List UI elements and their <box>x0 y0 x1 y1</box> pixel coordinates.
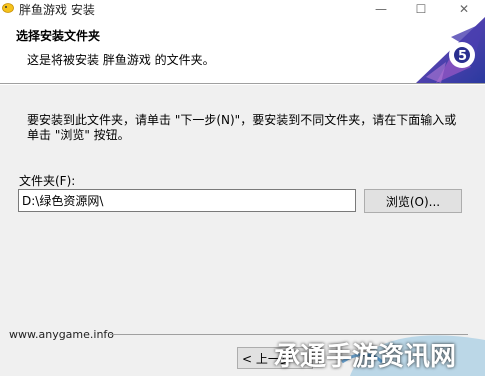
app-fish-icon <box>2 3 14 13</box>
close-icon: ✕ <box>458 1 470 16</box>
page-header: 选择安装文件夹 这是将被安装 胖鱼游戏 的文件夹。 5 <box>0 17 485 83</box>
instruction-text: 要安装到此文件夹，请单击 "下一步(N)"，要安装到不同文件夹，请在下面输入或 … <box>27 113 457 142</box>
minimize-icon: — <box>375 1 387 16</box>
svg-text:5: 5 <box>458 49 467 64</box>
title-bar: 胖鱼游戏 安装 — ☐ ✕ <box>0 0 485 17</box>
window-title: 胖鱼游戏 安装 <box>19 3 95 17</box>
brand-text: www.anygame.info <box>9 328 115 341</box>
folder-path-input[interactable] <box>18 189 356 212</box>
maximize-icon: ☐ <box>415 1 427 16</box>
page-title: 选择安装文件夹 <box>16 29 101 43</box>
maximize-button[interactable]: ☐ <box>400 0 442 17</box>
minimize-button[interactable]: — <box>360 0 402 17</box>
gear-logo-icon: 5 <box>416 17 485 83</box>
close-button[interactable]: ✕ <box>443 0 485 17</box>
folder-label: 文件夹(F): <box>19 174 76 188</box>
browse-button[interactable]: 浏览(O)... <box>364 189 462 213</box>
watermark-text: 承通手游资讯网 <box>274 342 457 372</box>
page-subtitle: 这是将被安装 胖鱼游戏 的文件夹。 <box>27 53 215 67</box>
